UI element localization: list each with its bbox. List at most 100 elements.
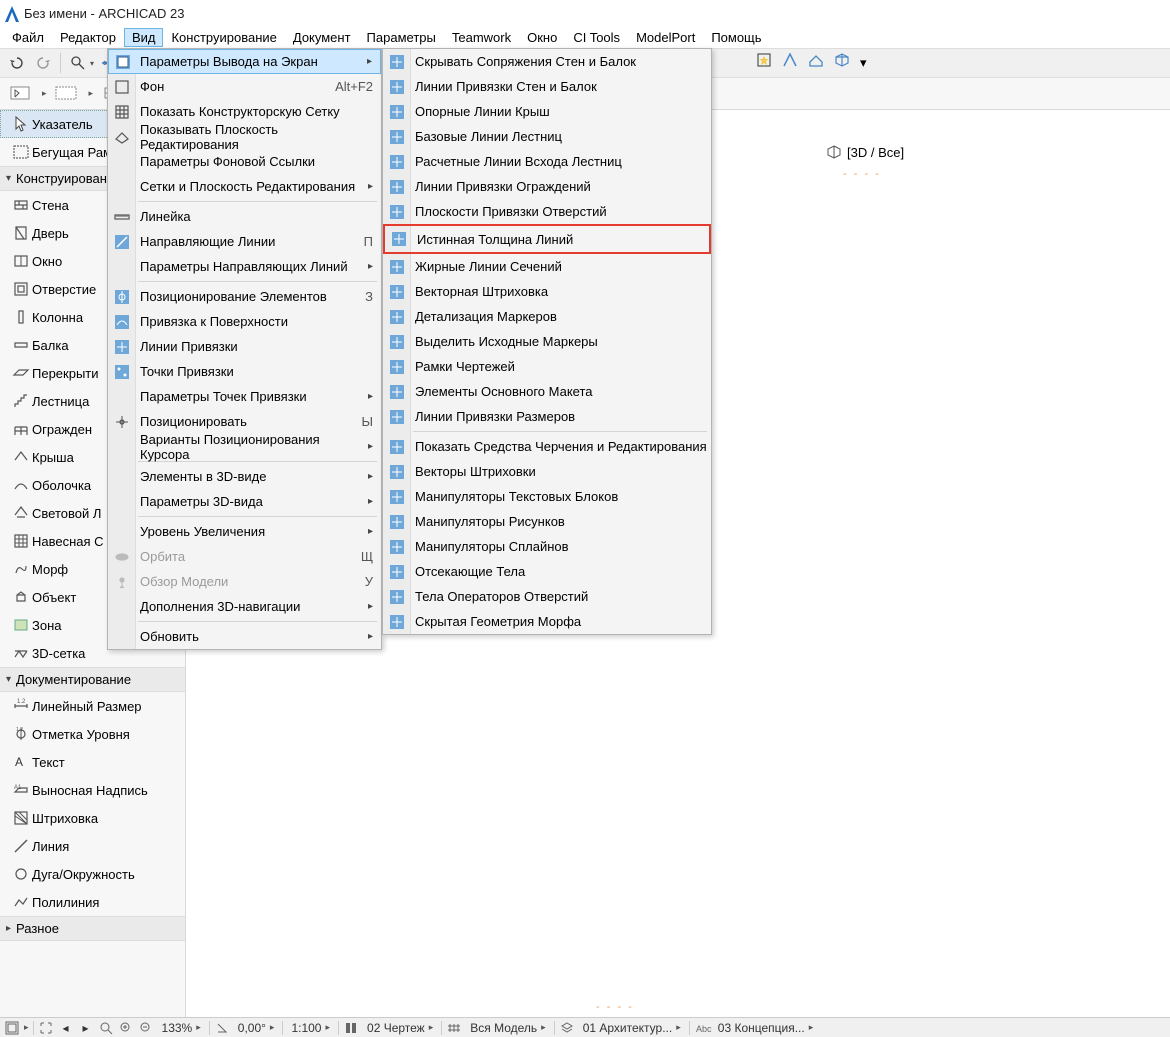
undo-button[interactable] [6,52,28,74]
menu-item[interactable]: Сетки и Плоскость Редактирования▸ [108,174,381,199]
zoom-button[interactable] [67,52,89,74]
submenu-item-label: Векторная Штриховка [415,284,548,299]
submenu-item[interactable]: Показать Средства Черчения и Редактирова… [383,434,711,459]
renovation-button[interactable] [808,52,830,74]
submenu-item[interactable]: Линии Привязки Стен и Балок [383,74,711,99]
quickopts-icon[interactable] [4,1020,20,1036]
tool-text[interactable]: AТекст [0,748,185,776]
zoom-cell[interactable]: 133%▸ [158,1021,205,1035]
menu-item[interactable]: Позиционирование ЭлементовЗ [108,284,381,309]
zoomout-icon[interactable] [138,1020,154,1036]
3d-button[interactable] [834,52,856,74]
submenu-item[interactable]: Векторы Штриховки [383,459,711,484]
submenu-item[interactable]: Скрытая Геометрия Морфа [383,609,711,634]
submenu-item[interactable]: Базовые Линии Лестниц [383,124,711,149]
menu-item[interactable]: Элементы в 3D-виде▸ [108,464,381,489]
scroll-right-icon[interactable]: ▸ [78,1020,94,1036]
menu-item[interactable]: Направляющие ЛинииП [108,229,381,254]
menu-item[interactable]: Параметры 3D-вида▸ [108,489,381,514]
menu-item[interactable]: ФонAlt+F2 [108,74,381,99]
menu-item-label: Показать Конструкторскую Сетку [140,104,340,119]
submenu-item[interactable]: Манипуляторы Рисунков [383,509,711,534]
submenu-item[interactable]: Детализация Маркеров [383,304,711,329]
submenu-item[interactable]: Манипуляторы Сплайнов [383,534,711,559]
menu-item[interactable]: Привязка к Поверхности [108,309,381,334]
menu-window[interactable]: Окно [519,28,565,47]
section-misc-header[interactable]: ▸ Разное [0,916,185,941]
favorites-button[interactable] [756,52,778,74]
tool-lindim[interactable]: 1.2Линейный Размер [0,692,185,720]
tool-arc[interactable]: Дуга/Окружность [0,860,185,888]
menu-item[interactable]: Показывать Плоскость Редактирования [108,124,381,149]
layers-icon[interactable] [559,1020,575,1036]
zoomin-icon[interactable] [118,1020,134,1036]
submenu-item[interactable]: Линии Привязки Размеров [383,404,711,429]
submenu-item[interactable]: Выделить Исходные Маркеры [383,329,711,354]
menu-modelport[interactable]: ModelPort [628,28,703,47]
scale-cell[interactable]: 1:100▸ [287,1021,334,1035]
submenu-item[interactable]: Тела Операторов Отверстий [383,584,711,609]
menu-item[interactable]: Точки Привязки [108,359,381,384]
menu-item[interactable]: Параметры Вывода на Экран▸ [108,49,381,74]
menu-item[interactable]: Параметры Точек Привязки▸ [108,384,381,409]
menu-item[interactable]: Дополнения 3D-навигации▸ [108,594,381,619]
tool-label[interactable]: A1Выносная Надпись [0,776,185,804]
menu-edit[interactable]: Редактор [52,28,124,47]
menu-item[interactable]: Обновить▸ [108,624,381,649]
menu-item[interactable]: Варианты Позиционирования Курсора▸ [108,434,381,459]
section-doc-header[interactable]: ▾ Документирование [0,667,185,692]
menu-item[interactable]: Линейка [108,204,381,229]
submenu-item[interactable]: Элементы Основного Макета [383,379,711,404]
menu-item[interactable]: Параметры Направляющих Линий▸ [108,254,381,279]
menu-design[interactable]: Конструирование [163,28,284,47]
fit-icon[interactable] [38,1020,54,1036]
zoomfit-icon[interactable] [98,1020,114,1036]
menu-item[interactable]: ПозиционироватьЫ [108,409,381,434]
submenu-item[interactable]: Жирные Линии Сечений [383,254,711,279]
menu-document[interactable]: Документ [285,28,359,47]
tool-polyline[interactable]: Полилиния [0,888,185,916]
redo-button[interactable] [32,52,54,74]
tool-line[interactable]: Линия [0,832,185,860]
submenu-item[interactable]: Отсекающие Тела [383,559,711,584]
menu-file[interactable]: Файл [4,28,52,47]
select-button[interactable] [51,81,85,107]
menu-teamwork[interactable]: Teamwork [444,28,519,47]
submenu-item[interactable]: Опорные Линии Крыш [383,99,711,124]
angle-icon[interactable] [214,1020,230,1036]
3d-dropdown-arrow[interactable]: ▾ [860,55,867,71]
docset-cell[interactable]: 03 Концепция...▸ [714,1021,818,1035]
tool-fill[interactable]: Штриховка [0,804,185,832]
trace-button[interactable] [782,52,804,74]
view-tab-3d[interactable]: [3D / Все] [821,143,910,162]
layers-cell[interactable]: 01 Архитектур...▸ [579,1021,685,1035]
submenu-item[interactable]: Истинная Толщина Линий [383,224,711,254]
angle-cell[interactable]: 0,00°▸ [234,1021,279,1035]
model-icon[interactable] [446,1020,462,1036]
default-button[interactable] [4,81,38,107]
menu-item[interactable]: Параметры Фоновой Ссылки [108,149,381,174]
view-cell[interactable]: 02 Чертеж▸ [363,1021,437,1035]
tool-level[interactable]: 1.2Отметка Уровня [0,720,185,748]
pen-icon[interactable] [343,1020,359,1036]
submenu-item[interactable]: Расчетные Линии Всхода Лестниц [383,149,711,174]
submenu-item[interactable]: Плоскости Привязки Отверстий [383,199,711,224]
menu-item[interactable]: Показать Конструкторскую Сетку [108,99,381,124]
submenu-item[interactable]: Скрывать Сопряжения Стен и Балок [383,49,711,74]
quickopts-arrow[interactable]: ▸ [24,1022,29,1033]
scroll-left-icon[interactable]: ◂ [58,1020,74,1036]
zoom-dropdown-arrow[interactable]: ▾ [90,59,94,68]
menu-help[interactable]: Помощь [703,28,769,47]
menu-view[interactable]: Вид [124,28,164,47]
menu-item[interactable]: Линии Привязки [108,334,381,359]
menu-item[interactable]: Уровень Увеличения▸ [108,519,381,544]
submenu-item-label: Скрывать Сопряжения Стен и Балок [415,54,636,69]
submenu-item[interactable]: Манипуляторы Текстовых Блоков [383,484,711,509]
submenu-item[interactable]: Векторная Штриховка [383,279,711,304]
docset-icon[interactable]: Abc [694,1020,710,1036]
submenu-item[interactable]: Линии Привязки Ограждений [383,174,711,199]
model-cell[interactable]: Вся Модель▸ [466,1021,549,1035]
menu-options[interactable]: Параметры [359,28,444,47]
submenu-item[interactable]: Рамки Чертежей [383,354,711,379]
menu-citools[interactable]: CI Tools [565,28,628,47]
